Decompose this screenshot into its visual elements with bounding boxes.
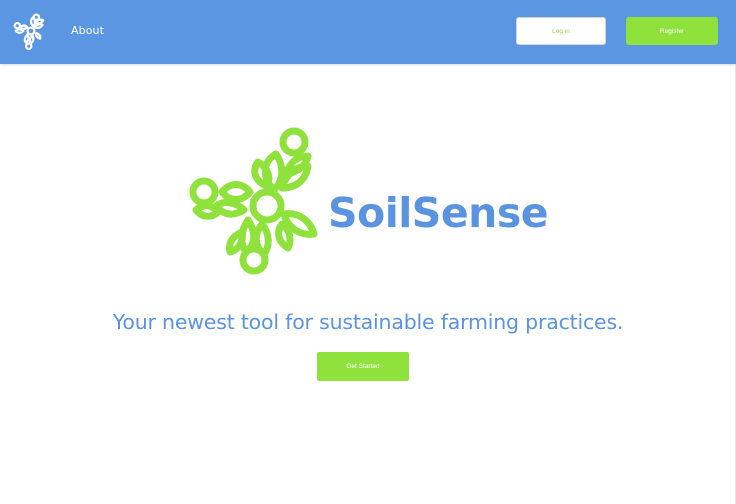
login-button[interactable]: Log in — [516, 17, 606, 45]
landing-page: About Log in Register SoilSense Your new… — [0, 0, 736, 504]
get-started-button[interactable]: Get Started — [317, 352, 409, 381]
register-button[interactable]: Register — [626, 17, 718, 45]
leaf-flower-logo-icon — [186, 124, 326, 276]
nav-link-about[interactable]: About — [71, 24, 104, 37]
hero-tagline: Your newest tool for sustainable farming… — [112, 310, 624, 334]
brand-name: SoilSense — [328, 189, 549, 237]
top-navbar: About Log in Register — [0, 0, 736, 64]
leaf-flower-logo-icon[interactable] — [12, 12, 50, 50]
